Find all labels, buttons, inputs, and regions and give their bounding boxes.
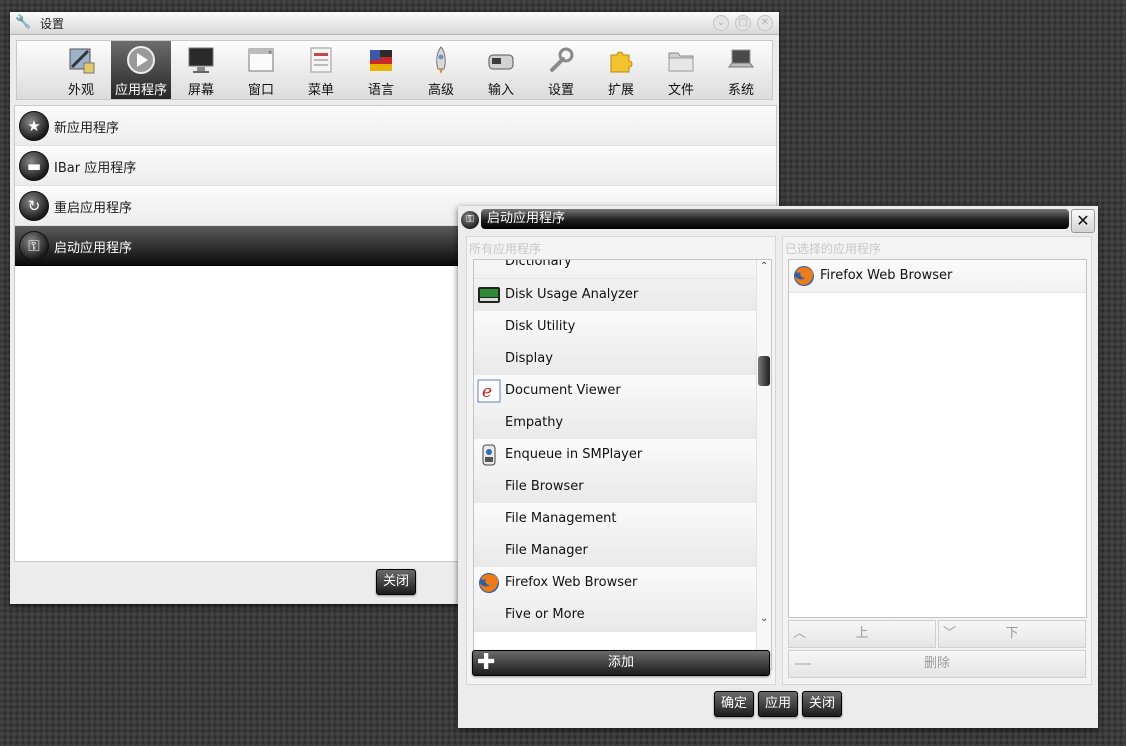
list-item[interactable]: Disk Utility bbox=[474, 311, 756, 344]
key-icon: ⚿ bbox=[19, 231, 49, 261]
tab-applications[interactable]: 应用程序 bbox=[111, 41, 171, 99]
startup-applications-dialog: ⚿ 启动应用程序 ✕ 所有应用程序 Dictionary Disk Usage … bbox=[458, 206, 1098, 728]
all-apps-vertical-scrollbar[interactable]: ⌃ ⌄ bbox=[756, 260, 771, 656]
disk-usage-icon bbox=[478, 287, 500, 303]
wrench-icon: 🔧 bbox=[15, 15, 32, 30]
list-item[interactable]: Display bbox=[474, 343, 756, 376]
maximize-button[interactable]: □ bbox=[735, 15, 751, 31]
key-icon: ⚿ bbox=[461, 211, 479, 229]
list-item[interactable]: Disk Usage Analyzer bbox=[474, 279, 756, 312]
ok-button[interactable]: 确定 bbox=[714, 691, 754, 717]
list-item[interactable]: File Manager bbox=[474, 535, 756, 568]
list-item[interactable]: e Document Viewer bbox=[474, 375, 756, 408]
list-item[interactable]: Empathy bbox=[474, 407, 756, 440]
all-apps-list: Dictionary Disk Usage Analyzer Disk Util… bbox=[473, 259, 772, 670]
rocket-icon bbox=[436, 46, 446, 74]
scroll-down-icon[interactable]: ⌄ bbox=[760, 614, 768, 624]
tab-extensions[interactable]: 扩展 bbox=[591, 41, 651, 99]
tab-settings[interactable]: 设置 bbox=[531, 41, 591, 99]
chevron-down-icon: ﹀ bbox=[943, 626, 957, 641]
list-item[interactable]: Enqueue in SMPlayer bbox=[474, 439, 756, 472]
plus-icon: ✚ bbox=[477, 650, 496, 675]
all-apps-label: 所有应用程序 bbox=[469, 242, 542, 256]
list-item[interactable]: Dictionary bbox=[474, 260, 756, 279]
scroll-up-icon[interactable]: ⌃ bbox=[760, 262, 768, 272]
tab-language[interactable]: 语言 bbox=[351, 41, 411, 99]
list-item[interactable]: Five or More bbox=[474, 599, 756, 632]
move-down-button[interactable]: ﹀ 下 bbox=[938, 620, 1086, 648]
window-controls: ⌄ □ ✕ bbox=[713, 15, 773, 31]
minus-icon bbox=[795, 663, 811, 665]
play-icon bbox=[127, 46, 155, 74]
add-button[interactable]: ✚ 添加 bbox=[472, 650, 770, 676]
svg-text:×: × bbox=[268, 50, 272, 56]
remove-button[interactable]: 删除 bbox=[788, 650, 1086, 678]
selected-apps-label: 已选择的应用程序 bbox=[785, 242, 882, 256]
puzzle-icon bbox=[610, 51, 633, 73]
row-new-applications[interactable]: ★ 新应用程序 bbox=[15, 106, 776, 146]
dialog-titlebar[interactable]: ⚿ 启动应用程序 ✕ bbox=[458, 206, 1098, 234]
minus-icon: ▬ bbox=[19, 151, 49, 181]
selected-apps-panel: 已选择的应用程序 Firefox Web Browser ︿ 上 ﹀ 下 删除 bbox=[782, 236, 1092, 685]
document-viewer-icon: e bbox=[477, 379, 501, 403]
vertical-scroll-thumb[interactable] bbox=[758, 356, 770, 386]
chevron-up-icon: ︿ bbox=[793, 626, 807, 641]
svg-text:e: e bbox=[482, 382, 492, 402]
dialog-close-icon[interactable]: ✕ bbox=[1071, 209, 1095, 233]
settings-close-button[interactable]: 关闭 bbox=[376, 569, 416, 595]
wrench-icon bbox=[550, 47, 574, 72]
row-ibar-applications[interactable]: ▬ IBar 应用程序 bbox=[15, 146, 776, 186]
tab-screen[interactable]: 屏幕 bbox=[171, 41, 231, 99]
menu-icon bbox=[310, 47, 332, 73]
settings-titlebar[interactable]: 🔧 设置 ⌄ □ ✕ bbox=[10, 12, 779, 35]
monitor-icon bbox=[188, 47, 214, 73]
dialog-close-button[interactable]: 关闭 bbox=[802, 691, 842, 717]
dialog-title: 启动应用程序 bbox=[481, 209, 1069, 229]
tab-input[interactable]: 输入 bbox=[471, 41, 531, 99]
firefox-icon bbox=[794, 266, 814, 286]
move-up-button[interactable]: ︿ 上 bbox=[788, 620, 936, 648]
restart-icon: ↻ bbox=[19, 191, 49, 221]
tab-files[interactable]: 文件 bbox=[651, 41, 711, 99]
tab-appearance[interactable]: 外观 bbox=[51, 41, 111, 99]
tab-advanced[interactable]: 高级 bbox=[411, 41, 471, 99]
selected-apps-list: Firefox Web Browser bbox=[788, 259, 1087, 618]
mouse-icon bbox=[488, 54, 514, 70]
apply-button[interactable]: 应用 bbox=[758, 691, 798, 717]
all-apps-panel: 所有应用程序 Dictionary Disk Usage Analyzer Di… bbox=[466, 236, 776, 685]
list-item[interactable]: File Browser bbox=[474, 471, 756, 504]
settings-toolbar: 外观 应用程序 屏幕 × 窗口 菜单 语言 高级 输入 设置 扩展 文件 系统 bbox=[16, 40, 773, 100]
tab-menu[interactable]: 菜单 bbox=[291, 41, 351, 99]
star-icon: ★ bbox=[19, 111, 49, 141]
tab-system[interactable]: 系统 bbox=[711, 41, 771, 99]
firefox-icon bbox=[479, 573, 499, 593]
minimize-button[interactable]: ⌄ bbox=[713, 15, 729, 31]
appearance-icon bbox=[69, 48, 95, 74]
tab-window[interactable]: × 窗口 bbox=[231, 41, 291, 99]
folder-icon bbox=[668, 52, 694, 72]
flag-icon bbox=[370, 50, 392, 71]
settings-title: 设置 bbox=[40, 17, 65, 31]
list-item[interactable]: Firefox Web Browser bbox=[474, 567, 756, 600]
smplayer-icon bbox=[482, 444, 496, 466]
laptop-icon bbox=[728, 49, 754, 68]
close-window-button[interactable]: ✕ bbox=[757, 15, 773, 31]
window-icon: × bbox=[248, 48, 274, 72]
list-item[interactable]: File Management bbox=[474, 503, 756, 536]
list-item[interactable]: Firefox Web Browser bbox=[789, 260, 1086, 293]
